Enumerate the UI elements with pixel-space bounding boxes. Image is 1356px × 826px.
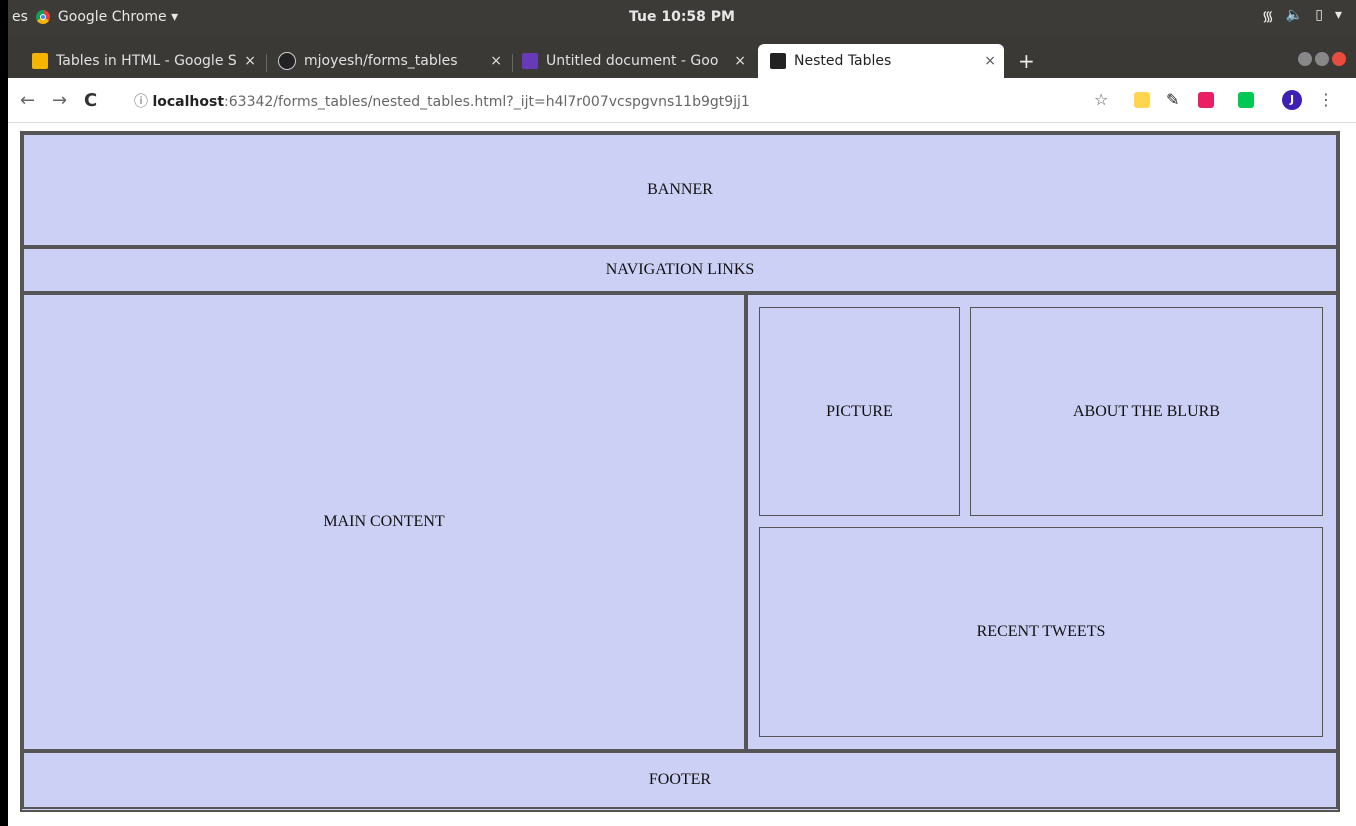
extension-icon[interactable]	[1198, 92, 1214, 108]
clock[interactable]: Tue 10:58 PM	[8, 9, 1356, 25]
tab-github[interactable]: mjoyesh/forms_tables ×	[278, 44, 510, 78]
github-favicon-icon	[278, 52, 296, 70]
tab-label: Nested Tables	[794, 53, 892, 69]
docs-favicon-icon	[522, 53, 538, 69]
volume-icon[interactable]: 🔈	[1286, 7, 1303, 26]
close-tab-icon[interactable]: ×	[244, 53, 256, 69]
wifi-icon[interactable]: ᯾	[1262, 7, 1274, 26]
more-menu-icon[interactable]: ⋮	[1318, 90, 1334, 109]
slides-favicon-icon	[32, 53, 48, 69]
bookmark-star-icon[interactable]: ☆	[1094, 90, 1108, 109]
reload-icon[interactable]: C	[84, 90, 97, 111]
about-blurb-cell: ABOUT THE BLURB	[970, 307, 1323, 516]
profile-avatar[interactable]: J	[1282, 90, 1302, 110]
picture-cell: PICTURE	[759, 307, 960, 516]
banner-cell: BANNER	[22, 133, 1338, 247]
new-tab-button[interactable]: +	[1018, 49, 1035, 73]
page-viewport: BANNER NAVIGATION LINKS MAIN CONTENT PIC…	[8, 123, 1356, 826]
close-window-icon[interactable]	[1332, 52, 1346, 66]
navigation-links-cell: NAVIGATION LINKS	[22, 247, 1338, 293]
close-tab-icon[interactable]: ×	[734, 53, 746, 69]
address-bar[interactable]: ⓘ localhost:63342/forms_tables/nested_ta…	[134, 91, 750, 111]
system-tray[interactable]: ᯾ 🔈 ▯ ▾	[1262, 7, 1342, 26]
close-tab-icon[interactable]: ×	[984, 53, 996, 69]
extension-icon[interactable]	[1134, 92, 1150, 108]
maximize-icon[interactable]	[1315, 52, 1329, 66]
footer-cell: FOOTER	[22, 751, 1338, 809]
tab-label: Tables in HTML - Google S	[56, 53, 237, 69]
tab-nested-tables[interactable]: Nested Tables ×	[758, 44, 1004, 78]
window-controls	[1298, 52, 1346, 66]
close-tab-icon[interactable]: ×	[490, 53, 502, 69]
eyedropper-extension-icon[interactable]: ✎	[1166, 90, 1179, 109]
url-host: localhost	[152, 94, 225, 110]
power-menu-icon[interactable]: ▾	[1335, 7, 1342, 26]
screen: es Google Chrome ▾ Tue 10:58 PM ᯾ 🔈 ▯ ▾ …	[8, 0, 1356, 826]
os-top-panel: es Google Chrome ▾ Tue 10:58 PM ᯾ 🔈 ▯ ▾	[8, 0, 1356, 36]
main-content-cell: MAIN CONTENT	[22, 293, 746, 751]
tab-tables-in-html[interactable]: Tables in HTML - Google S ×	[32, 44, 264, 78]
tab-untitled-document[interactable]: Untitled document - Goo ×	[522, 44, 754, 78]
recent-tweets-cell: RECENT TWEETS	[759, 527, 1323, 737]
back-icon[interactable]: ←	[20, 90, 35, 111]
tab-label: mjoyesh/forms_tables	[304, 53, 458, 69]
webstorm-favicon-icon	[770, 53, 786, 69]
tab-label: Untitled document - Goo	[546, 53, 719, 69]
minimize-icon[interactable]	[1298, 52, 1312, 66]
url-path: :63342/forms_tables/nested_tables.html?_…	[224, 94, 750, 110]
battery-icon[interactable]: ▯	[1315, 7, 1323, 26]
info-icon[interactable]: ⓘ	[134, 94, 148, 110]
toolbar: ← → C ⓘ localhost:63342/forms_tables/nes…	[8, 78, 1356, 123]
tab-strip: Tables in HTML - Google S × mjoyesh/form…	[8, 36, 1356, 78]
forward-icon[interactable]: →	[52, 90, 67, 111]
tab-separator	[266, 54, 267, 72]
extension-icon[interactable]	[1238, 92, 1254, 108]
tab-separator	[512, 54, 513, 72]
